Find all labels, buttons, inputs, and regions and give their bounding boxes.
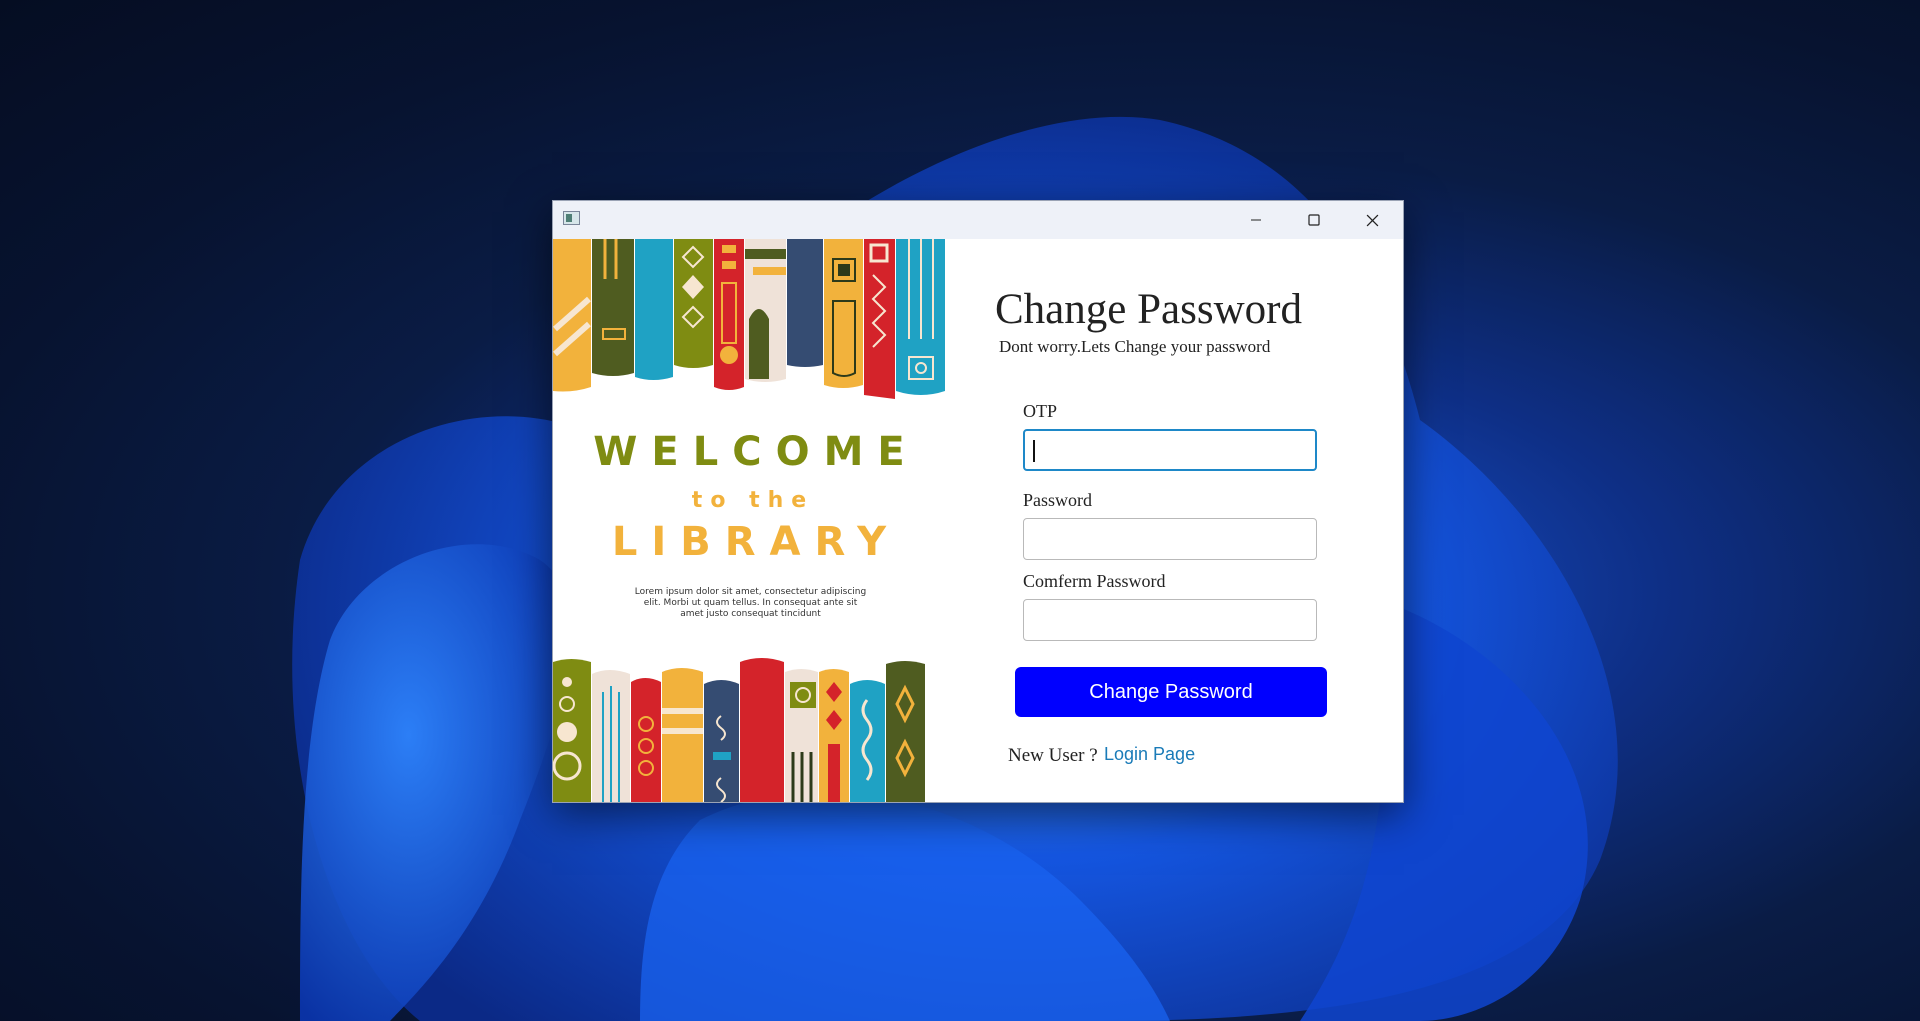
maximize-icon [1308,214,1320,226]
minimize-icon [1251,219,1261,221]
books-bottom-illustration [553,658,925,802]
page-title: Change Password [995,286,1302,333]
new-user-text: New User ? [1008,745,1098,766]
title-bar[interactable] [553,201,1403,239]
otp-label: OTP [1023,401,1058,421]
login-page-link[interactable]: Login Page [1104,744,1195,765]
password-input[interactable] [1023,518,1317,560]
welcome-heading: WELCOME [593,429,919,475]
change-password-button[interactable]: Change Password [1015,667,1327,717]
library-illustration: WELCOME to the LIBRARY Lorem ipsum dolor… [553,239,945,802]
welcome-lorem-text: Lorem ipsum dolor sit amet, consectetur … [634,587,867,619]
books-top-illustration [553,239,945,399]
minimize-button[interactable] [1227,201,1285,239]
app-window: WELCOME to the LIBRARY Lorem ipsum dolor… [552,200,1404,803]
close-icon [1366,214,1378,226]
close-button[interactable] [1343,201,1401,239]
welcome-subheading: to the [691,488,815,513]
page-subtitle: Dont worry.Lets Change your password [999,337,1271,356]
otp-input[interactable] [1023,429,1317,471]
confirm-password-label: Comferm Password [1023,571,1166,591]
app-window-icon [563,211,580,225]
text-caret [1033,440,1035,462]
password-label: Password [1023,490,1093,510]
maximize-button[interactable] [1285,201,1343,239]
library-heading: LIBRARY [611,519,901,565]
confirm-password-input[interactable] [1023,599,1317,641]
change-password-form: Change Password Dont worry.Lets Change y… [945,239,1403,802]
